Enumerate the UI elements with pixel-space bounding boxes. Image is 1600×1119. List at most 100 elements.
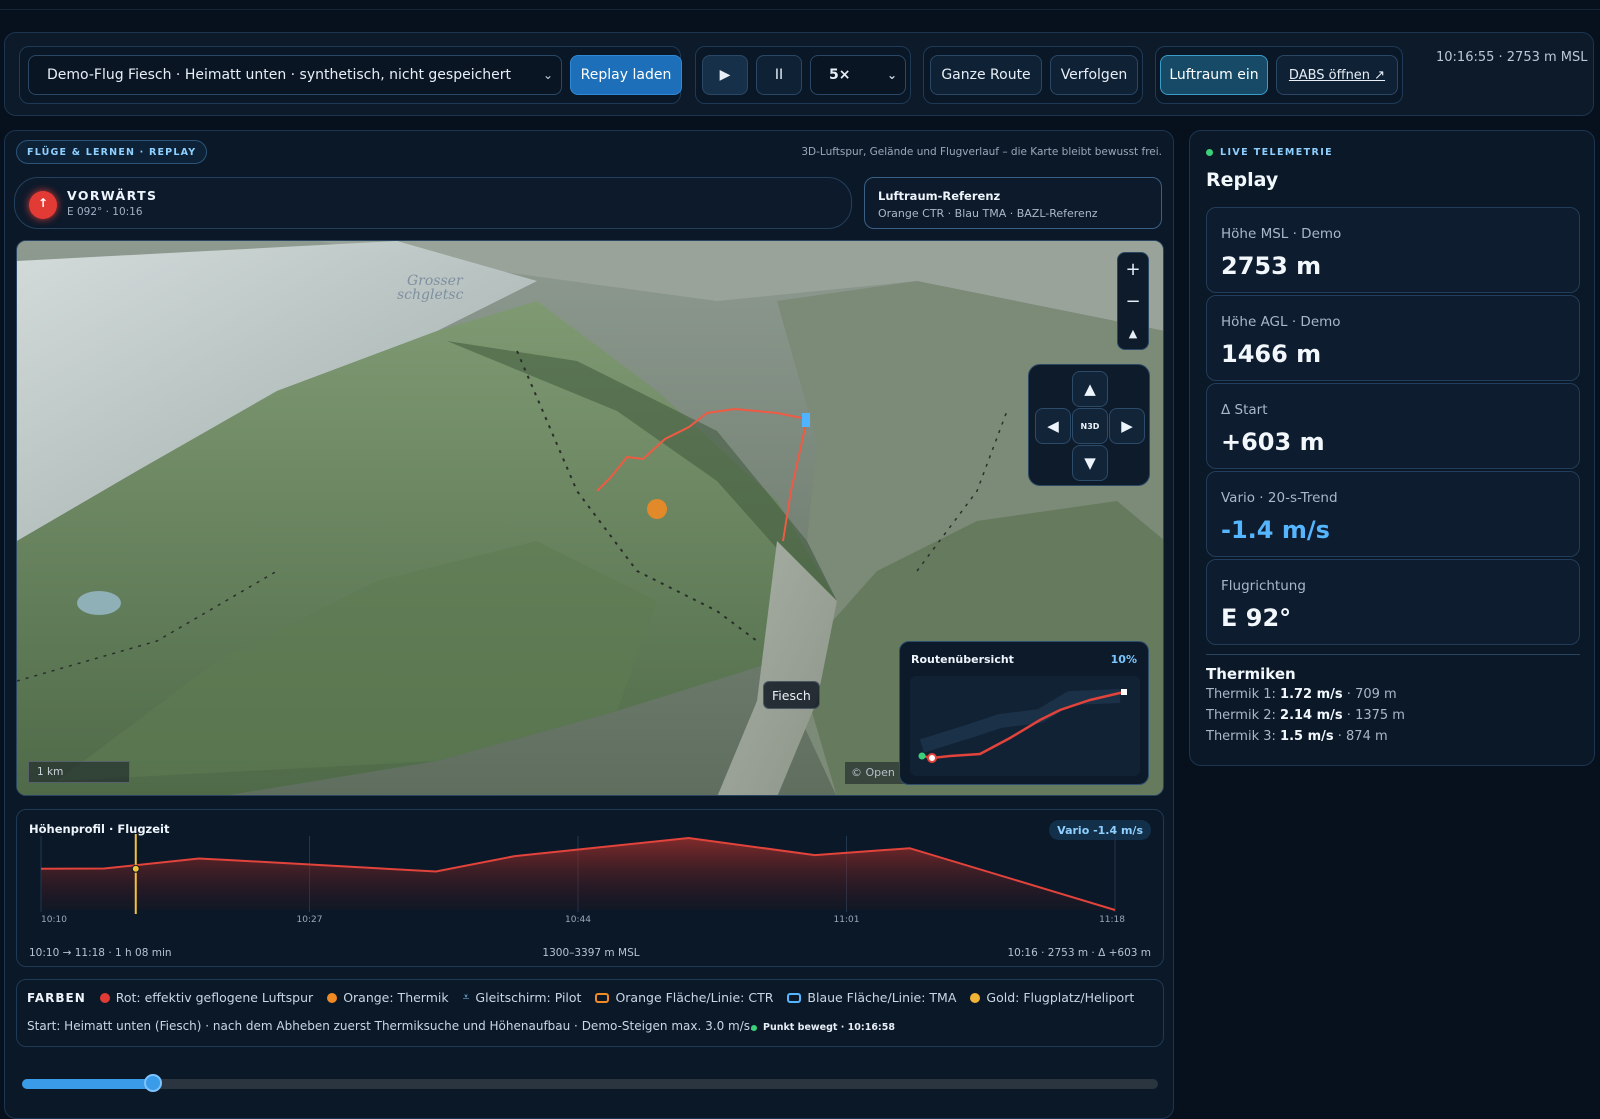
toolbar: Demo-Flug Fiesch · Heimatt unten · synth… <box>4 32 1594 116</box>
thermal-name: Thermik 3: <box>1206 729 1276 744</box>
tick-label: 10:44 <box>565 915 591 925</box>
thermal-marker[interactable] <box>647 499 667 519</box>
airspace-reference-title: Luftraum-Referenz <box>878 189 1001 203</box>
legend-label: Orange Fläche/Linie: CTR <box>615 990 774 1005</box>
profile-current-readout: 10:16 · 2753 m · Δ +603 m <box>1007 947 1152 959</box>
route-overview-title: Routenübersicht <box>911 653 1014 666</box>
telemetry-sidebar: LIVE TELEMETRIE Replay Höhe MSL · Demo 27… <box>1189 130 1595 766</box>
direction-title: VORWÄRTS <box>67 188 158 203</box>
clock-readout: 10:16:55 · 2753 m MSL <box>1436 50 1588 65</box>
legend-swatch <box>970 992 981 1003</box>
stat-value: E 92° <box>1221 604 1292 632</box>
thermal-altitude: · 709 m <box>1342 687 1397 702</box>
pan-right-button[interactable]: ▶ <box>1109 408 1145 444</box>
legend-swatch <box>787 992 802 1003</box>
legend-label: Rot: effektiv geflogene Luftspur <box>115 990 314 1005</box>
route-overview-progress: 10% <box>1110 653 1137 666</box>
place-label: Fiesch <box>763 681 820 709</box>
live-telemetry-label: LIVE TELEMETRIE <box>1206 147 1333 158</box>
playback-group: ▶ II 5× ⌄ <box>695 46 911 104</box>
pilot-marker[interactable] <box>802 413 810 427</box>
legend-label: Orange: Thermik <box>343 990 449 1005</box>
map-attribution[interactable]: © Open <box>845 762 905 784</box>
load-replay-button[interactable]: Replay laden <box>570 55 682 95</box>
legend-item: Blaue Fläche/Linie: TMA <box>787 990 956 1005</box>
flight-select-value: Demo-Flug Fiesch · Heimatt unten · synth… <box>47 67 512 83</box>
pan-up-button[interactable]: ▲ <box>1072 371 1108 407</box>
direction-sub: E 092° · 10:16 <box>67 206 143 218</box>
zoom-in-button[interactable]: + <box>1118 253 1148 285</box>
flight-select[interactable]: Demo-Flug Fiesch · Heimatt unten · synth… <box>28 55 562 95</box>
follow-button[interactable]: Verfolgen <box>1050 55 1138 95</box>
thermal-rate: 1.5 m/s <box>1280 729 1334 744</box>
thermal-altitude: · 1375 m <box>1342 708 1405 723</box>
end-marker <box>1121 689 1127 695</box>
chevron-down-icon: ⌄ <box>886 68 897 82</box>
open-dabs-link[interactable]: DABS öffnen ↗ <box>1276 55 1398 95</box>
pause-button[interactable]: II <box>756 55 802 95</box>
legend-title: FARBEN <box>27 990 86 1005</box>
legend-swatch <box>99 992 110 1003</box>
stat-card: Vario · 20-s-Trend -1.4 m/s <box>1206 471 1580 557</box>
stat-label: Vario · 20-s-Trend <box>1221 490 1338 506</box>
legend-row: FARBEN Rot: effektiv geflogene Luftspur O… <box>27 990 1148 1005</box>
profile-chart[interactable]: 10:10 10:27 10:44 11:01 11:18 <box>17 810 1165 968</box>
airspace-reference-card: Luftraum-Referenz Orange CTR · Blau TMA … <box>864 177 1162 229</box>
profile-cursor-dot <box>131 864 140 873</box>
stat-value: 2753 m <box>1221 252 1322 280</box>
live-telemetry-text: LIVE TELEMETRIE <box>1220 147 1334 158</box>
zoom-control: + − ▲ <box>1117 252 1149 350</box>
status-indicator: Punkt bewegt · 10:16:58 <box>751 1022 895 1033</box>
legend-item: Orange: Thermik <box>327 990 449 1005</box>
thermal-item: Thermik 3: 1.5 m/s · 874 m <box>1206 729 1388 744</box>
tick-label: 10:10 <box>41 915 67 925</box>
divider <box>1206 654 1580 655</box>
stat-label: Δ Start <box>1221 402 1268 418</box>
stat-value: +603 m <box>1221 428 1325 456</box>
current-position-marker <box>927 753 937 763</box>
legend-item: ⩡ Gleitschirm: Pilot <box>463 990 582 1005</box>
stat-value: -1.4 m/s <box>1221 516 1330 544</box>
legend-item: Orange Fläche/Linie: CTR <box>595 990 773 1005</box>
thermal-name: Thermik 2: <box>1206 708 1276 723</box>
route-overview: Routenübersicht 10% <box>899 641 1149 785</box>
navigation-pad: ▲ ◀ N 3D ▶ ▼ <box>1028 364 1150 486</box>
speed-select[interactable]: 5× ⌄ <box>810 55 906 95</box>
stat-label: Flugrichtung <box>1221 578 1306 594</box>
timeline-handle[interactable] <box>143 1074 162 1092</box>
tick-label: 11:01 <box>834 915 860 925</box>
tick-label: 11:18 <box>1099 915 1125 925</box>
profile-altitude-range: 1300–3397 m MSL <box>542 947 640 959</box>
airspace-toggle-button[interactable]: Luftraum ein <box>1160 55 1268 95</box>
tick-label: 10:27 <box>297 915 323 925</box>
map-subtitle: 3D-Luftspur, Gelände und Flugverlauf – d… <box>801 146 1162 158</box>
stat-value: 1466 m <box>1221 340 1322 368</box>
start-marker <box>918 752 926 760</box>
paraglider-icon: ⩡ <box>462 990 470 1004</box>
pan-left-button[interactable]: ◀ <box>1035 408 1071 444</box>
zoom-out-button[interactable]: − <box>1118 285 1148 317</box>
thermals-title: Thermiken <box>1206 665 1296 683</box>
pause-icon: II <box>774 67 784 83</box>
play-button[interactable]: ▶ <box>702 55 748 95</box>
north-label: N <box>1080 421 1088 431</box>
airspace-group: Luftraum ein DABS öffnen ↗ <box>1155 46 1403 104</box>
pan-down-button[interactable]: ▼ <box>1072 445 1108 481</box>
airspace-reference-sub: Orange CTR · Blau TMA · BAZL-Referenz <box>878 207 1098 220</box>
timeline-slider[interactable] <box>22 1074 1158 1092</box>
legend-swatch <box>595 992 610 1003</box>
status-dot-icon <box>751 1024 757 1031</box>
view-group: Ganze Route Verfolgen <box>923 46 1143 104</box>
compass-button[interactable]: ▲ <box>1118 317 1148 349</box>
whole-route-button[interactable]: Ganze Route <box>930 55 1042 95</box>
glacier-label: schgletsc <box>397 287 464 303</box>
reset-view-button[interactable]: N 3D <box>1072 408 1108 444</box>
legend-item: Gold: Flugplatz/Heliport <box>970 990 1134 1005</box>
thermal-rate: 2.14 m/s <box>1280 708 1343 723</box>
route-overview-chart <box>910 676 1140 776</box>
legend-label: Gleitschirm: Pilot <box>475 990 582 1005</box>
scale-bar: 1 km <box>28 761 130 783</box>
thermal-name: Thermik 1: <box>1206 687 1276 702</box>
thermal-item: Thermik 2: 2.14 m/s · 1375 m <box>1206 708 1405 723</box>
stat-label: Höhe AGL · Demo <box>1221 314 1341 330</box>
